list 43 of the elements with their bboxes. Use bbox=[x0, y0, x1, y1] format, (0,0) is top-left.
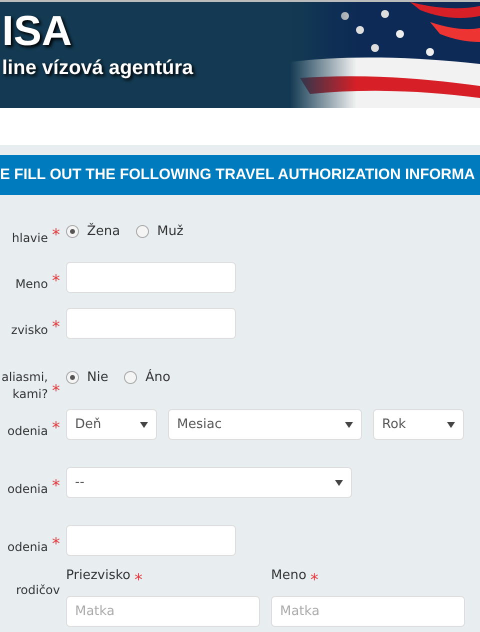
required-mark: * bbox=[134, 569, 142, 591]
radio-option[interactable]: Žena bbox=[66, 222, 120, 242]
radio-option[interactable]: Nie bbox=[66, 368, 108, 388]
caret-icon bbox=[447, 422, 455, 428]
caret-icon bbox=[140, 422, 148, 428]
text-field[interactable]: Matka bbox=[271, 596, 465, 627]
caret-icon bbox=[345, 422, 353, 428]
field-label: Priezvisko bbox=[66, 568, 130, 585]
radio-button[interactable] bbox=[124, 371, 138, 384]
field-label: Meno bbox=[15, 276, 48, 293]
required-mark: * bbox=[52, 270, 60, 292]
text-field[interactable] bbox=[66, 308, 236, 339]
required-mark: * bbox=[52, 475, 60, 497]
radio-option[interactable]: Muž bbox=[136, 222, 184, 242]
required-mark: * bbox=[52, 316, 60, 338]
radio-button[interactable] bbox=[66, 225, 79, 238]
text-field[interactable]: Matka bbox=[66, 596, 260, 627]
text-field[interactable] bbox=[66, 262, 236, 293]
site-tagline: line vízová agentúra bbox=[2, 56, 194, 80]
dropdown-select[interactable]: Mesiac bbox=[168, 409, 362, 440]
text-field[interactable] bbox=[66, 525, 236, 556]
field-label: hlavie bbox=[12, 230, 48, 247]
required-mark: * bbox=[52, 380, 60, 402]
dropdown-select[interactable]: Rok bbox=[373, 409, 464, 440]
site-logo[interactable]: ISA bbox=[2, 8, 72, 54]
field-label: zvisko bbox=[11, 322, 48, 339]
required-mark: * bbox=[52, 417, 60, 439]
required-mark: * bbox=[310, 569, 318, 591]
field-label: odenia bbox=[7, 423, 48, 440]
radio-option[interactable]: Áno bbox=[124, 368, 170, 388]
field-label: rodičov bbox=[16, 582, 60, 599]
radio-button[interactable] bbox=[136, 225, 150, 238]
radio-button[interactable] bbox=[66, 371, 79, 384]
dropdown-select[interactable]: -- bbox=[66, 467, 352, 498]
required-mark: * bbox=[52, 224, 60, 246]
field-label: odenia bbox=[7, 539, 48, 556]
field-label: Meno bbox=[271, 568, 306, 585]
field-label: aliasmi, kami? bbox=[2, 369, 48, 403]
section-title: E FILL OUT THE FOLLOWING TRAVEL AUTHORIZATION INFORMA bbox=[0, 164, 475, 185]
required-mark: * bbox=[52, 533, 60, 555]
caret-icon bbox=[335, 480, 343, 486]
field-label: odenia bbox=[7, 481, 48, 498]
dropdown-select[interactable]: Deň bbox=[66, 409, 157, 440]
